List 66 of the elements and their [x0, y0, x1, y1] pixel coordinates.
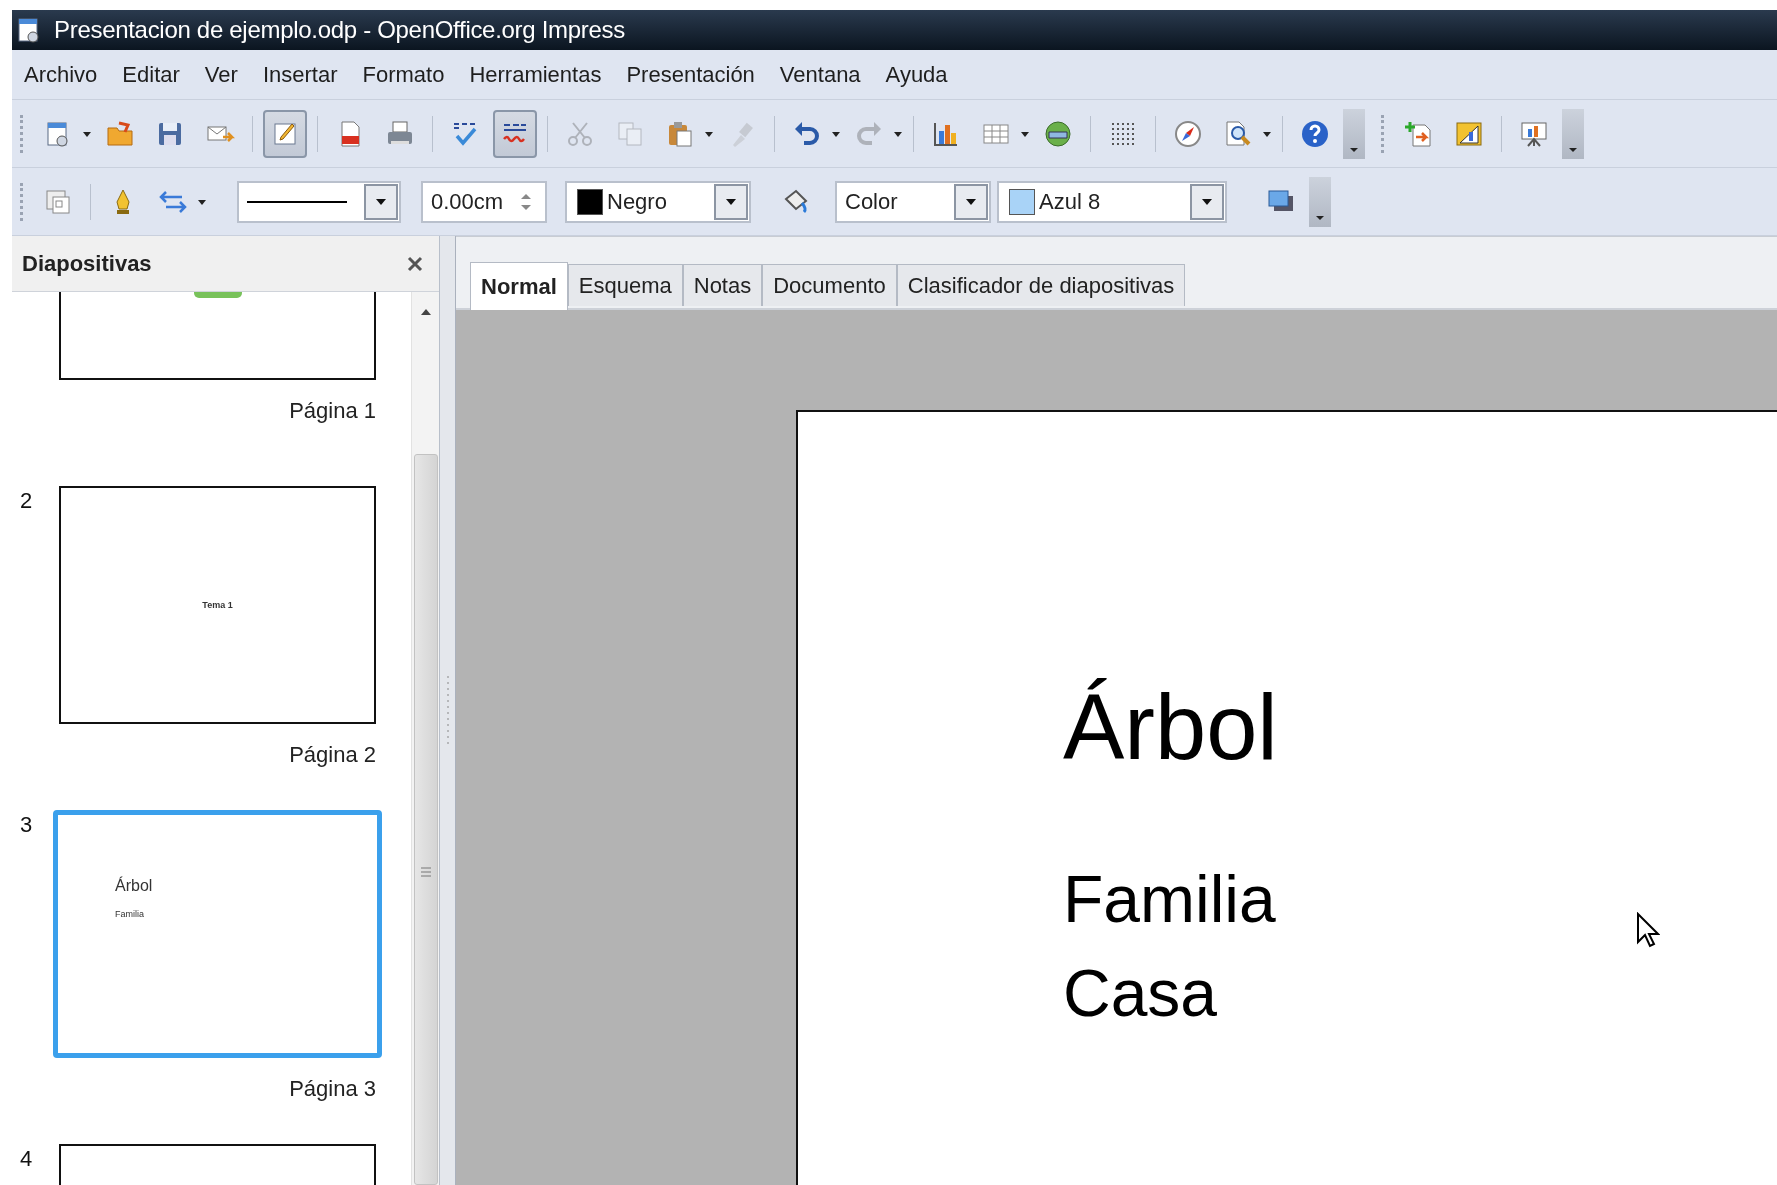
caret-icon: [1201, 197, 1213, 206]
zoom-icon: [1223, 118, 1253, 149]
caret-icon: [1315, 214, 1325, 221]
view-tab[interactable]: Notas: [682, 264, 763, 306]
thumbnail-text: Árbol: [115, 877, 153, 895]
globe-icon: [1043, 118, 1073, 149]
dropdown-arrow-button[interactable]: [954, 183, 988, 220]
menu-item[interactable]: Formato: [362, 61, 445, 88]
caret-icon[interactable]: [831, 129, 841, 138]
compass-icon: [1173, 118, 1203, 149]
caret-icon: [725, 197, 737, 206]
caret-icon[interactable]: [197, 197, 207, 206]
slide-thumbnail[interactable]: Tema 1: [59, 486, 376, 724]
menu-item[interactable]: Editar: [122, 61, 180, 88]
menu-item[interactable]: Insertar: [262, 61, 338, 88]
slide-number: 4: [20, 1146, 33, 1171]
line-color-dropdown[interactable]: Negro: [565, 180, 751, 223]
caret-icon[interactable]: [1262, 129, 1272, 138]
caret-icon[interactable]: [1020, 129, 1030, 138]
line-width-field[interactable]: 0.00cm: [421, 180, 547, 223]
dropdown-arrow-button[interactable]: [364, 183, 398, 220]
thumbnail-text: Tema 1: [202, 600, 233, 610]
view-tab[interactable]: Esquema: [567, 264, 683, 306]
view-tab[interactable]: Documento: [762, 264, 897, 306]
slide-title: Árbol: [1063, 677, 1279, 779]
caret-icon: [965, 197, 977, 206]
mouse-cursor-icon: [1636, 912, 1660, 948]
line-style-dropdown[interactable]: [237, 180, 401, 223]
caret-icon: [1349, 146, 1359, 153]
caret-icon[interactable]: [893, 129, 903, 138]
scrollbar-thumb[interactable]: [413, 454, 438, 1185]
area-style-dropdown[interactable]: Color: [835, 180, 991, 223]
dropdown-arrow-button[interactable]: [1190, 183, 1224, 220]
dropdown-arrow-button[interactable]: [714, 183, 748, 220]
caret-icon: [375, 197, 387, 206]
caret-icon[interactable]: [82, 129, 92, 138]
view-tab[interactable]: Normal: [470, 262, 568, 310]
menu-item[interactable]: Archivo: [24, 61, 98, 88]
caret-icon: [1568, 146, 1578, 153]
menu-item[interactable]: Ver: [204, 61, 238, 88]
menu-item[interactable]: Ayuda: [885, 61, 948, 88]
slide-mark: [193, 292, 242, 298]
slide-label: Página 2: [289, 742, 376, 767]
slide-thumbnail[interactable]: [59, 292, 376, 380]
pane-title: Diapositivas: [22, 250, 152, 277]
caret-icon[interactable]: [704, 129, 714, 138]
toolbar-button[interactable]: [493, 109, 537, 158]
slide-label: Página 3: [289, 1076, 376, 1101]
window-title: Presentacion de ejemplo.odp - OpenOffice.org Impress: [54, 16, 625, 44]
slide-number: 2: [20, 488, 33, 513]
toolbar-button[interactable]: [263, 109, 307, 158]
slide-thumbnail[interactable]: Árbol Familia: [53, 810, 382, 1058]
menu-item[interactable]: Presentación: [626, 61, 755, 88]
thumbnail-text: Familia: [115, 909, 144, 919]
help-icon: [1300, 118, 1330, 149]
scroll-up-icon[interactable]: [419, 308, 432, 316]
fill-color-dropdown[interactable]: Azul 8: [997, 180, 1227, 223]
slide-number: 3: [20, 812, 33, 837]
slide-text: Casa: [1063, 954, 1218, 1032]
slide-label: Página 1: [289, 398, 376, 423]
grip-icon: [445, 675, 450, 746]
scrollbar[interactable]: [411, 292, 439, 1185]
menu-item[interactable]: Ventana: [779, 61, 861, 88]
view-tab[interactable]: Clasificador de diapositivas: [896, 264, 1186, 306]
menu-item[interactable]: Herramientas: [469, 61, 602, 88]
slide-text: Familia: [1063, 861, 1276, 939]
